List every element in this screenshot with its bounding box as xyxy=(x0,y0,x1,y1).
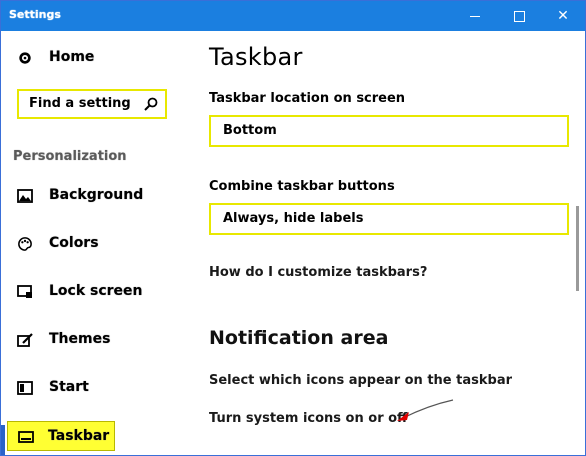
sidebar-item-background[interactable]: Background xyxy=(1,181,191,211)
scrollbar-thumb[interactable] xyxy=(576,206,579,291)
customize-taskbar-link[interactable]: How do I customize taskbars? xyxy=(209,265,427,280)
minimize-button[interactable] xyxy=(455,1,495,31)
sidebar-item-label: Background xyxy=(49,187,144,203)
sidebar-item-themes[interactable]: Themes xyxy=(1,325,191,355)
taskbar-location-dropdown[interactable]: Bottom xyxy=(209,115,569,147)
sidebar-item-colors[interactable]: Colors xyxy=(1,229,191,259)
selection-indicator xyxy=(1,425,5,455)
close-button[interactable]: ✕ xyxy=(543,1,583,31)
search-input[interactable]: Find a setting xyxy=(17,89,167,119)
title-bar[interactable]: Settings ✕ xyxy=(1,1,585,31)
taskbar-icon xyxy=(18,431,34,443)
sidebar: Home Find a setting Personalization Back… xyxy=(1,31,191,455)
system-icons-link[interactable]: Turn system icons on or off xyxy=(209,411,408,426)
palette-icon xyxy=(18,237,32,251)
close-icon: ✕ xyxy=(557,8,569,24)
combine-buttons-label: Combine taskbar buttons xyxy=(209,179,395,194)
start-icon xyxy=(17,381,33,395)
combine-buttons-dropdown[interactable]: Always, hide labels xyxy=(209,203,569,235)
dropdown-value: Bottom xyxy=(223,123,277,138)
search-placeholder: Find a setting xyxy=(29,96,131,111)
sidebar-item-home[interactable]: Home xyxy=(1,43,191,73)
sidebar-item-start[interactable]: Start xyxy=(1,373,191,403)
sidebar-item-label: Home xyxy=(49,49,95,65)
sidebar-item-label: Colors xyxy=(49,235,99,251)
sidebar-item-label: Taskbar xyxy=(48,428,110,444)
sidebar-item-taskbar[interactable]: Taskbar xyxy=(7,421,115,451)
dropdown-value: Always, hide labels xyxy=(223,211,364,226)
taskbar-location-label: Taskbar location on screen xyxy=(209,91,406,106)
sidebar-item-label: Start xyxy=(49,379,89,395)
sidebar-item-lock-screen[interactable]: Lock screen xyxy=(1,277,191,307)
notification-area-heading: Notification area xyxy=(209,327,389,349)
maximize-button[interactable] xyxy=(499,1,539,31)
red-arrow-annotation xyxy=(397,399,454,421)
maximize-icon xyxy=(513,10,525,22)
gear-icon xyxy=(19,52,31,64)
lock-screen-icon xyxy=(17,285,32,298)
search-icon[interactable] xyxy=(144,97,158,111)
minimize-icon xyxy=(470,15,480,17)
select-icons-link[interactable]: Select which icons appear on the taskbar xyxy=(209,373,512,388)
sidebar-item-label: Themes xyxy=(49,331,111,347)
brush-icon xyxy=(17,333,33,347)
page-title: Taskbar xyxy=(209,43,303,71)
window-title: Settings xyxy=(9,8,61,21)
settings-window: Settings ✕ Home Find a setting Personali… xyxy=(0,0,586,456)
main-content: Taskbar Taskbar location on screen Botto… xyxy=(201,31,569,455)
sidebar-item-label: Lock screen xyxy=(49,283,143,299)
picture-icon xyxy=(17,189,33,203)
section-label: Personalization xyxy=(13,149,127,164)
